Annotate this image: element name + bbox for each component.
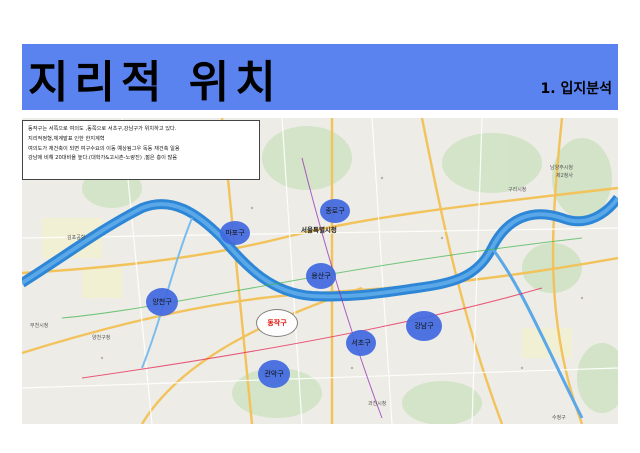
label-bucheon: 부천시청	[30, 323, 49, 329]
district-marker-jongno[interactable]: 종로구	[320, 199, 350, 223]
info-line: 여의도가 재건축이 되면 여구수요의 이동 예상됨그우 독동 재건축 일용	[28, 145, 180, 152]
info-line: 동작구는 서쪽으로 여의도 ,동쪽으로 서초구,강남구가 위치하고 있다.	[28, 126, 177, 132]
label-namyangju-2: 제2청사	[556, 173, 573, 179]
label-gwacheon: 과천시청	[368, 401, 387, 407]
label-seoul-city-hall: 서울특별시청	[301, 226, 337, 234]
district-marker-yongsan[interactable]: 용산구	[306, 263, 336, 289]
district-marker-seocho[interactable]: 서초구	[346, 330, 376, 356]
slide-title: 지리적 위치	[28, 57, 282, 108]
district-marker-dongjak[interactable]: 동작구	[256, 309, 298, 337]
info-box: 동작구는 서쪽으로 여의도 ,동쪽으로 서초구,강남구가 위치하고 있다. 지리…	[22, 120, 260, 180]
info-line: 지리적정형,체계발표 인한 한지계혁	[28, 135, 105, 142]
label-gimpo: 김포공항	[67, 235, 86, 241]
district-marker-gangnam[interactable]: 강남구	[406, 311, 442, 341]
district-marker-yangcheon[interactable]: 양천구	[146, 288, 178, 316]
label-sujeong: 수정구	[552, 415, 566, 421]
slide-subtitle: 1. 입지분석	[540, 81, 612, 97]
district-marker-mapo[interactable]: 마포구	[220, 221, 250, 245]
district-marker-gwanak[interactable]: 관악구	[258, 360, 290, 388]
label-namyangju: 남양주시청	[550, 165, 574, 171]
info-line: 강남에 비해 20대비율 높다.(대학가&고시촌-노량진) ,젊은 층이 많음	[28, 155, 178, 162]
label-guri: 구리시청	[508, 187, 527, 193]
label-yangcheon-office: 양천구청	[92, 335, 111, 341]
